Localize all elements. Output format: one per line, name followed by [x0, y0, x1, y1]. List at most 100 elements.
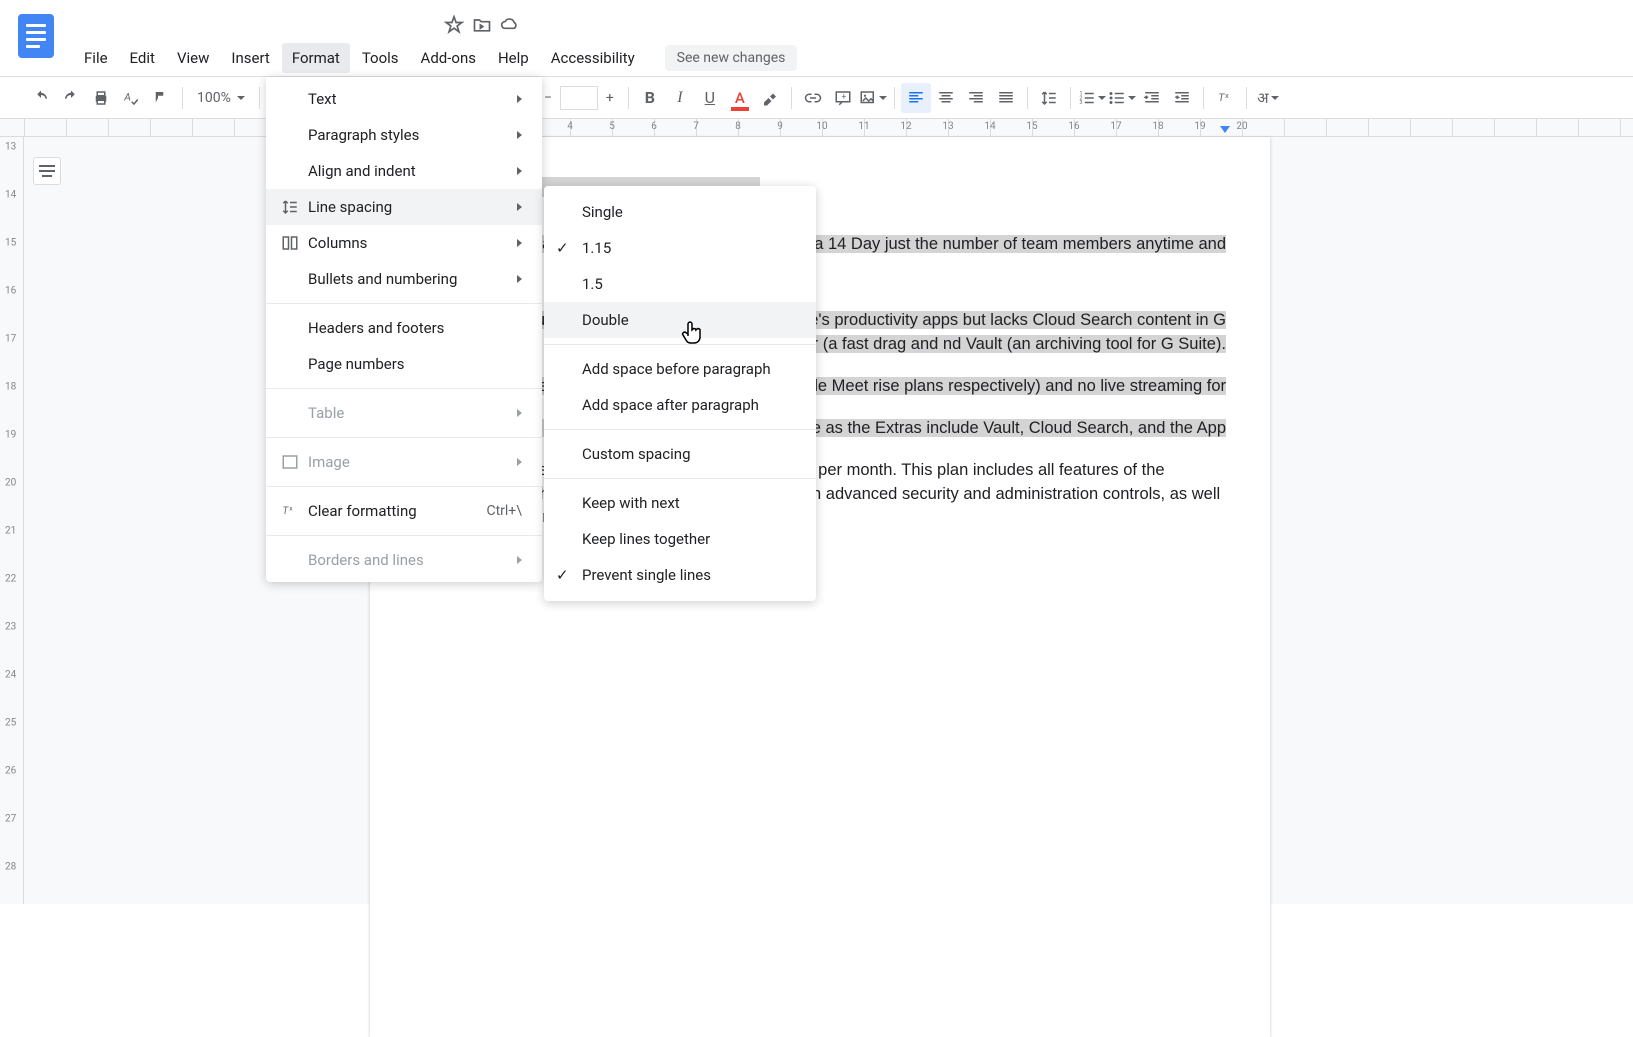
toolbar-separator — [791, 87, 792, 109]
format-borders-lines[interactable]: Borders and lines — [266, 542, 542, 578]
decrease-indent-icon[interactable] — [1137, 83, 1167, 113]
vertical-ruler[interactable]: 13141516171819202122232425262728 — [0, 137, 24, 904]
format-menu-dropdown: Text Paragraph styles Align and indent L… — [266, 77, 542, 582]
toolbar-separator — [628, 87, 629, 109]
spacing-115[interactable]: ✓1.15 — [544, 230, 816, 266]
redo-icon[interactable] — [56, 83, 86, 113]
align-left-icon[interactable] — [901, 83, 931, 113]
spacing-single[interactable]: Single — [544, 194, 816, 230]
chevron-right-icon — [517, 131, 522, 139]
menu-file[interactable]: File — [74, 43, 118, 73]
undo-icon[interactable] — [26, 83, 56, 113]
numbered-list-icon[interactable]: 123 — [1077, 83, 1107, 113]
menu-separator — [266, 437, 542, 438]
title-area: File Edit View Insert Format Tools Add-o… — [72, 8, 1633, 76]
app-header: File Edit View Insert Format Tools Add-o… — [0, 0, 1633, 77]
increase-indent-icon[interactable] — [1167, 83, 1197, 113]
columns-icon — [276, 234, 304, 252]
format-table[interactable]: Table — [266, 395, 542, 431]
chevron-right-icon — [517, 239, 522, 247]
svg-text:x: x — [1225, 91, 1229, 100]
canvas: 13141516171819202122232425262728 mpanies… — [0, 137, 1633, 904]
spacing-keep-next[interactable]: Keep with next — [544, 485, 816, 521]
underline-icon[interactable]: U — [695, 83, 725, 113]
cloud-status-icon[interactable] — [500, 15, 520, 35]
menu-addons[interactable]: Add-ons — [411, 43, 486, 73]
chevron-right-icon — [517, 458, 522, 466]
bold-icon[interactable]: B — [635, 83, 665, 113]
docs-logo-icon[interactable] — [18, 14, 54, 58]
menu-edit[interactable]: Edit — [120, 43, 165, 73]
print-icon[interactable] — [86, 83, 116, 113]
toolbar-separator — [259, 87, 260, 109]
checkmark-icon: ✓ — [556, 239, 582, 257]
line-spacing-icon — [276, 198, 304, 216]
svg-text:+: + — [841, 91, 846, 101]
move-folder-icon[interactable] — [472, 15, 492, 35]
format-clear-formatting[interactable]: TxClear formattingCtrl+\ — [266, 493, 542, 529]
insert-image-icon[interactable] — [858, 83, 888, 113]
spacing-15[interactable]: 1.5 — [544, 266, 816, 302]
toolbar-separator — [1246, 87, 1247, 109]
format-image[interactable]: Image — [266, 444, 542, 480]
comment-icon[interactable]: + — [828, 83, 858, 113]
spacing-keep-together[interactable]: Keep lines together — [544, 521, 816, 557]
title-icons — [444, 15, 520, 35]
menu-view[interactable]: View — [167, 43, 219, 73]
chevron-right-icon — [517, 409, 522, 417]
see-new-changes-button[interactable]: See new changes — [665, 45, 798, 71]
format-paragraph-styles[interactable]: Paragraph styles — [266, 117, 542, 153]
input-tools-icon[interactable]: अ — [1253, 83, 1283, 113]
image-icon — [276, 453, 304, 471]
format-text[interactable]: Text — [266, 81, 542, 117]
spacing-prevent-single[interactable]: ✓Prevent single lines — [544, 557, 816, 593]
title-row — [72, 10, 1633, 40]
spacing-add-after[interactable]: Add space after paragraph — [544, 387, 816, 423]
align-center-icon[interactable] — [931, 83, 961, 113]
menu-help[interactable]: Help — [488, 43, 539, 73]
format-align-indent[interactable]: Align and indent — [266, 153, 542, 189]
indent-marker[interactable] — [1220, 126, 1230, 133]
toolbar: A 100% − + B I U A + 123 Tx अ — [0, 77, 1633, 119]
outline-toggle-icon[interactable] — [33, 157, 61, 185]
font-size-increase[interactable]: + — [598, 86, 622, 110]
insert-link-icon[interactable] — [798, 83, 828, 113]
spacing-add-before[interactable]: Add space before paragraph — [544, 351, 816, 387]
align-justify-icon[interactable] — [991, 83, 1021, 113]
menu-separator — [544, 478, 816, 479]
logo-area — [0, 8, 72, 58]
text-color-icon[interactable]: A — [725, 83, 755, 113]
spacing-custom[interactable]: Custom spacing — [544, 436, 816, 472]
italic-icon[interactable]: I — [665, 83, 695, 113]
chevron-down-icon — [1098, 96, 1106, 100]
spacing-double[interactable]: Double — [544, 302, 816, 338]
format-columns[interactable]: Columns — [266, 225, 542, 261]
star-icon[interactable] — [444, 15, 464, 35]
paint-format-icon[interactable] — [146, 83, 176, 113]
menu-separator — [266, 303, 542, 304]
spellcheck-icon[interactable]: A — [116, 83, 146, 113]
align-right-icon[interactable] — [961, 83, 991, 113]
horizontal-ruler[interactable]: 4567891011121314151617181920 — [0, 119, 1633, 137]
menu-separator — [266, 388, 542, 389]
zoom-dropdown[interactable]: 100% — [189, 90, 253, 106]
toolbar-separator — [1027, 87, 1028, 109]
chevron-down-icon — [1128, 96, 1136, 100]
menu-tools[interactable]: Tools — [352, 43, 409, 73]
format-headers-footers[interactable]: Headers and footers — [266, 310, 542, 346]
menu-format[interactable]: Format — [282, 43, 350, 73]
format-page-numbers[interactable]: Page numbers — [266, 346, 542, 382]
highlight-icon[interactable] — [755, 83, 785, 113]
clear-format-icon[interactable]: Tx — [1210, 83, 1240, 113]
format-bullets-numbering[interactable]: Bullets and numbering — [266, 261, 542, 297]
format-line-spacing[interactable]: Line spacing — [266, 189, 542, 225]
input-language-label: अ — [1257, 88, 1268, 108]
line-spacing-icon[interactable] — [1034, 83, 1064, 113]
menu-accessibility[interactable]: Accessibility — [541, 43, 645, 73]
bulleted-list-icon[interactable] — [1107, 83, 1137, 113]
font-size-input[interactable] — [560, 86, 598, 110]
svg-text:T: T — [1218, 91, 1225, 104]
menu-insert[interactable]: Insert — [221, 43, 279, 73]
toolbar-separator — [1070, 87, 1071, 109]
clear-format-icon: Tx — [276, 502, 304, 520]
